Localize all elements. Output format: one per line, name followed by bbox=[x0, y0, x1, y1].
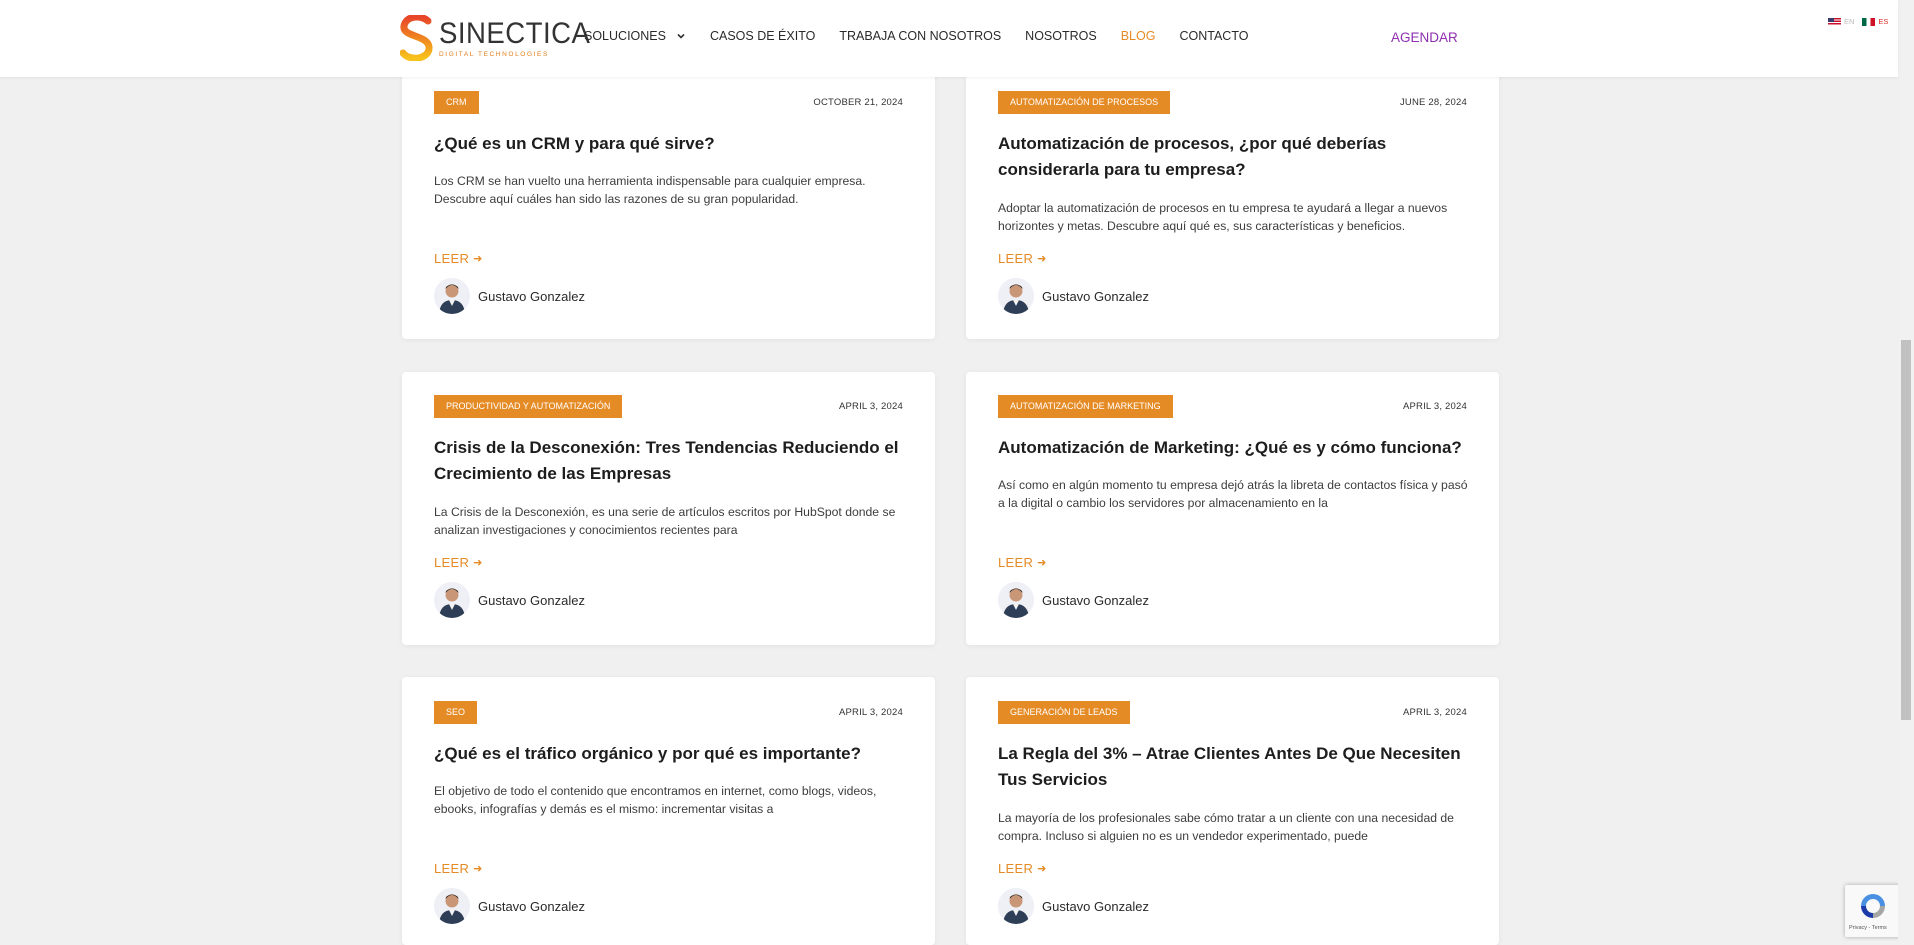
post-author: Gustavo Gonzalez bbox=[434, 278, 585, 314]
author-name: Gustavo Gonzalez bbox=[478, 898, 585, 914]
author-name: Gustavo Gonzalez bbox=[1042, 288, 1149, 304]
read-more-label: LEER bbox=[998, 555, 1034, 570]
author-name: Gustavo Gonzalez bbox=[1042, 592, 1149, 608]
post-title[interactable]: ¿Qué es el tráfico orgánico y por qué es… bbox=[434, 741, 909, 767]
recaptcha-links[interactable]: Privacy - Terms bbox=[1849, 925, 1887, 931]
brand-tagline: DIGITAL TECHNOLOGIES bbox=[439, 50, 549, 58]
site-header: SINECTICA DIGITAL TECHNOLOGIES SOLUCIONE… bbox=[0, 0, 1898, 77]
post-excerpt: Adoptar la automatización de procesos en… bbox=[998, 201, 1448, 233]
arrow-right-icon: ➜ bbox=[1037, 863, 1047, 875]
nav-item-label: NOSOTROS bbox=[1025, 29, 1097, 43]
blog-post-card[interactable]: AUTOMATIZACIÓN DE MARKETING APRIL 3, 202… bbox=[966, 372, 1499, 645]
us-flag-icon[interactable] bbox=[1828, 17, 1841, 26]
post-date: OCTOBER 21, 2024 bbox=[813, 97, 903, 108]
nav-item-blog[interactable]: BLOG bbox=[1121, 29, 1156, 43]
category-badge[interactable]: GENERACIÓN DE LEADS bbox=[998, 701, 1130, 724]
author-avatar bbox=[434, 278, 470, 314]
scrollbar-thumb[interactable] bbox=[1901, 340, 1911, 720]
sinectica-logo[interactable]: SINECTICA DIGITAL TECHNOLOGIES bbox=[400, 15, 604, 61]
arrow-right-icon: ➜ bbox=[1037, 557, 1047, 569]
nav-item-trabaja-con-nosotros[interactable]: TRABAJA CON NOSOTROS bbox=[839, 29, 1001, 43]
post-author: Gustavo Gonzalez bbox=[998, 888, 1149, 924]
nav-item-label: SOLUCIONES bbox=[584, 29, 666, 43]
agendar-button[interactable]: AGENDAR bbox=[1391, 30, 1458, 45]
blog-post-card[interactable]: SEO APRIL 3, 2024 ¿Qué es el tráfico org… bbox=[402, 677, 935, 945]
post-date: APRIL 3, 2024 bbox=[1402, 707, 1467, 718]
lang-es-link[interactable]: ES bbox=[1878, 17, 1888, 26]
read-more-label: LEER bbox=[434, 861, 470, 876]
category-badge[interactable]: CRM bbox=[434, 91, 479, 114]
author-avatar bbox=[998, 278, 1034, 314]
language-switcher: EN ES bbox=[1828, 17, 1888, 26]
read-more-label: LEER bbox=[998, 251, 1034, 266]
author-name: Gustavo Gonzalez bbox=[478, 592, 585, 608]
post-title[interactable]: Automatización de procesos, ¿por qué deb… bbox=[998, 131, 1473, 183]
blog-post-card[interactable]: PRODUCTIVIDAD Y AUTOMATIZACIÓN APRIL 3, … bbox=[402, 372, 935, 645]
page-scrollbar[interactable] bbox=[1898, 0, 1914, 945]
post-author: Gustavo Gonzalez bbox=[434, 888, 585, 924]
nav-item-contacto[interactable]: CONTACTO bbox=[1179, 29, 1248, 43]
author-avatar bbox=[998, 888, 1034, 924]
read-more-label: LEER bbox=[998, 861, 1034, 876]
nav-item-casos-de-exito[interactable]: CASOS DE ÉXITO bbox=[710, 29, 815, 43]
lang-en-link[interactable]: EN bbox=[1844, 17, 1854, 26]
blog-post-card[interactable]: GENERACIÓN DE LEADS APRIL 3, 2024 La Reg… bbox=[966, 677, 1499, 945]
post-title[interactable]: ¿Qué es un CRM y para qué sirve? bbox=[434, 131, 909, 157]
arrow-right-icon: ➜ bbox=[473, 253, 483, 265]
read-more-link[interactable]: LEER ➜ bbox=[998, 251, 1047, 266]
read-more-link[interactable]: LEER ➜ bbox=[434, 251, 483, 266]
blog-post-card[interactable]: CRM OCTOBER 21, 2024 ¿Qué es un CRM y pa… bbox=[402, 60, 935, 339]
post-excerpt: Así como en algún momento tu empresa dej… bbox=[998, 478, 1468, 510]
author-avatar bbox=[434, 582, 470, 618]
read-more-label: LEER bbox=[434, 251, 470, 266]
brand-name: SINECTICA bbox=[439, 16, 591, 50]
author-avatar bbox=[998, 582, 1034, 618]
post-author: Gustavo Gonzalez bbox=[998, 582, 1149, 618]
nav-item-label: CASOS DE ÉXITO bbox=[709, 29, 816, 43]
post-title[interactable]: La Regla del 3% – Atrae Clientes Antes D… bbox=[998, 741, 1473, 793]
category-badge[interactable]: AUTOMATIZACIÓN DE PROCESOS bbox=[998, 91, 1171, 114]
mexico-flag-icon[interactable] bbox=[1862, 17, 1876, 26]
category-badge[interactable]: SEO bbox=[434, 701, 478, 724]
post-author: Gustavo Gonzalez bbox=[998, 278, 1149, 314]
arrow-right-icon: ➜ bbox=[473, 557, 483, 569]
post-excerpt: Los CRM se han vuelto una herramienta in… bbox=[434, 174, 866, 206]
post-date: JUNE 28, 2024 bbox=[1399, 97, 1467, 108]
main-nav: SOLUCIONES CASOS DE ÉXITO TRABAJA CON NO… bbox=[584, 29, 1272, 43]
recaptcha-badge[interactable]: Privacy - Terms bbox=[1845, 885, 1901, 937]
read-more-link[interactable]: LEER ➜ bbox=[434, 555, 483, 570]
nav-item-label: BLOG bbox=[1120, 29, 1156, 43]
chevron-down-icon bbox=[677, 33, 685, 39]
post-author: Gustavo Gonzalez bbox=[434, 582, 585, 618]
post-excerpt: La mayoría de los profesionales sabe cóm… bbox=[998, 811, 1454, 843]
post-date: APRIL 3, 2024 bbox=[838, 707, 903, 718]
author-name: Gustavo Gonzalez bbox=[1042, 898, 1149, 914]
post-date: APRIL 3, 2024 bbox=[1402, 401, 1467, 412]
nav-item-soluciones[interactable]: SOLUCIONES bbox=[584, 29, 686, 43]
blog-post-card[interactable]: AUTOMATIZACIÓN DE PROCESOS JUNE 28, 2024… bbox=[966, 60, 1499, 339]
post-excerpt: La Crisis de la Desconexión, es una seri… bbox=[434, 505, 896, 537]
read-more-label: LEER bbox=[434, 555, 470, 570]
read-more-link[interactable]: LEER ➜ bbox=[998, 861, 1047, 876]
post-date: APRIL 3, 2024 bbox=[838, 401, 903, 412]
read-more-link[interactable]: LEER ➜ bbox=[998, 555, 1047, 570]
post-title[interactable]: Automatización de Marketing: ¿Qué es y c… bbox=[998, 435, 1473, 461]
author-name: Gustavo Gonzalez bbox=[478, 288, 585, 304]
arrow-right-icon: ➜ bbox=[473, 863, 483, 875]
post-excerpt: El objetivo de todo el contenido que enc… bbox=[434, 784, 877, 816]
sinectica-s-logo-icon bbox=[400, 15, 433, 61]
recaptcha-icon bbox=[1861, 894, 1885, 918]
nav-item-label: TRABAJA CON NOSOTROS bbox=[839, 29, 1002, 43]
category-badge[interactable]: AUTOMATIZACIÓN DE MARKETING bbox=[998, 395, 1173, 418]
read-more-link[interactable]: LEER ➜ bbox=[434, 861, 483, 876]
arrow-right-icon: ➜ bbox=[1037, 253, 1047, 265]
author-avatar bbox=[434, 888, 470, 924]
nav-item-label: CONTACTO bbox=[1179, 29, 1249, 43]
post-title[interactable]: Crisis de la Desconexión: Tres Tendencia… bbox=[434, 435, 909, 487]
nav-item-nosotros[interactable]: NOSOTROS bbox=[1025, 29, 1097, 43]
category-badge[interactable]: PRODUCTIVIDAD Y AUTOMATIZACIÓN bbox=[434, 395, 623, 418]
